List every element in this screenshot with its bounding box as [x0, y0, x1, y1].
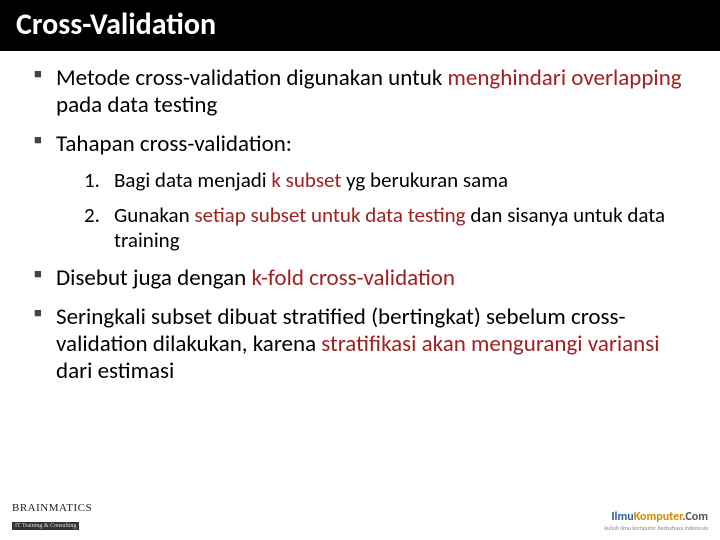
text: yg berukuran sama	[341, 167, 508, 193]
list-item: Gunakan setiap subset untuk data testing…	[84, 203, 694, 253]
text: Tahapan cross-validation:	[56, 130, 292, 158]
bullet-list: Metode cross-validation digunakan untuk …	[34, 65, 694, 385]
brand-left-name: BRAINMATICS	[12, 502, 92, 514]
brand-right-tag: kuliah ilmu komputer berbahasa indonesia	[604, 524, 708, 532]
bullet-item: Seringkali subset dibuat stratified (ber…	[34, 304, 694, 385]
brand-left: BRAINMATICS IT Training & Consulting	[12, 502, 92, 532]
highlight-text: k subset	[271, 167, 341, 193]
bullet-item: Tahapan cross-validation: Bagi data menj…	[34, 131, 694, 252]
text: .Com	[682, 510, 708, 524]
text: pada data testing	[56, 91, 217, 119]
slide: Cross-Validation Metode cross-validation…	[0, 0, 720, 540]
bullet-item: Metode cross-validation digunakan untuk …	[34, 65, 694, 119]
page-title: Cross-Validation	[16, 6, 704, 43]
text: Bagi data menjadi	[114, 167, 271, 193]
text: Metode cross-validation digunakan untuk	[56, 64, 448, 92]
text: Komputer	[634, 510, 683, 524]
highlight-text: menghindari overlapping	[448, 64, 682, 92]
bullet-item: Disebut juga dengan k-fold cross-validat…	[34, 265, 694, 292]
list-item: Bagi data menjadi k subset yg berukuran …	[84, 168, 694, 193]
highlight-text: setiap subset untuk data testing	[194, 202, 465, 228]
numbered-list: Bagi data menjadi k subset yg berukuran …	[84, 168, 694, 252]
footer: BRAINMATICS IT Training & Consulting Ilm…	[0, 504, 720, 534]
brand-right: IlmuKomputer.Com kuliah ilmu komputer be…	[604, 510, 708, 532]
highlight-text: stratifikasi akan mengurangi variansi	[321, 330, 659, 358]
content-area: Metode cross-validation digunakan untuk …	[0, 51, 720, 540]
text: Gunakan	[114, 202, 194, 228]
title-bar: Cross-Validation	[0, 0, 720, 51]
text: dari estimasi	[56, 357, 174, 385]
text: Ilmu	[611, 510, 633, 524]
text: Disebut juga dengan	[56, 264, 251, 292]
highlight-text: k-fold cross-validation	[251, 264, 455, 292]
brand-left-sub: IT Training & Consulting	[12, 522, 79, 530]
brand-right-name: IlmuKomputer.Com	[604, 510, 708, 524]
